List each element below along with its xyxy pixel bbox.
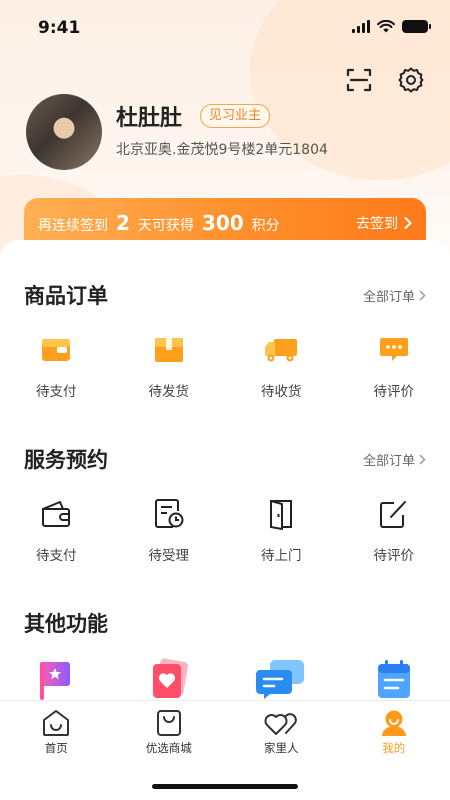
truck-icon (263, 332, 299, 368)
wallet-outline-icon (38, 496, 74, 532)
order-item-label: 待评价 (373, 384, 415, 400)
status-icons (352, 20, 431, 33)
services-all-link[interactable]: 全部订单 (363, 450, 426, 469)
order-pending-payment[interactable]: 待支付 (0, 332, 113, 400)
order-item-label: 待发货 (148, 384, 190, 400)
user-name: 杜肚肚 (116, 106, 183, 131)
tab-home[interactable]: 首页 (0, 709, 113, 756)
chevron-right-icon (404, 217, 412, 229)
sign-in-points: 300 (201, 211, 244, 235)
sign-in-text: 再连续签到 2 天可获得 300 积分 (38, 211, 280, 235)
service-pending-acceptance[interactable]: 待受理 (113, 496, 226, 564)
service-pending-review[interactable]: 待评价 (338, 496, 450, 564)
tab-label: 家里人 (264, 741, 299, 755)
avatar[interactable] (26, 94, 102, 170)
edit-icon (376, 496, 412, 532)
door-icon (263, 496, 299, 532)
clock-document-icon (151, 496, 187, 532)
status-bar: 9:41 (0, 0, 450, 56)
other-grid (0, 658, 450, 700)
orders-all-link[interactable]: 全部订单 (363, 286, 426, 305)
battery-icon (402, 20, 431, 33)
service-pending-visit[interactable]: 待上门 (225, 496, 338, 564)
order-pending-receipt[interactable]: 待收货 (225, 332, 338, 400)
order-pending-shipment[interactable]: 待发货 (113, 332, 226, 400)
gear-icon[interactable] (397, 66, 425, 94)
service-item-label: 待支付 (36, 548, 77, 564)
main-card: 商品订单 全部订单 待支付 待发货 待收货 待评价 服务预约 全部订单 待支付 … (0, 240, 450, 700)
tab-label: 首页 (44, 741, 68, 755)
wifi-icon (377, 20, 395, 33)
home-icon (43, 710, 70, 736)
service-pending-payment[interactable]: 待支付 (0, 496, 113, 564)
sign-in-middle: 天可获得 (137, 218, 194, 234)
services-section-title: 服务预约 (24, 448, 108, 472)
orders-grid: 待支付 待发货 待收货 待评价 (0, 332, 450, 400)
tab-mall[interactable]: 优选商城 (113, 709, 226, 756)
other-feature-2[interactable] (113, 658, 226, 700)
scan-icon[interactable] (345, 66, 373, 94)
service-item-label: 待受理 (148, 548, 190, 564)
heart-card-icon (152, 658, 188, 698)
profile-icon (381, 710, 406, 736)
tab-mine[interactable]: 我的 (338, 709, 450, 756)
sign-in-suffix: 积分 (251, 218, 280, 234)
sign-in-prefix: 再连续签到 (38, 218, 108, 234)
other-feature-1[interactable] (0, 658, 113, 700)
orders-all-label: 全部订单 (362, 290, 415, 305)
hearts-icon (264, 713, 298, 735)
service-item-label: 待评价 (373, 548, 415, 564)
order-item-label: 待收货 (261, 384, 302, 400)
tab-label: 优选商城 (145, 741, 192, 755)
tab-label: 我的 (382, 741, 406, 755)
sign-in-button-label: 去签到 (356, 216, 398, 232)
calendar-list-icon (377, 660, 410, 698)
comment-icon (376, 332, 412, 368)
tab-family[interactable]: 家里人 (225, 709, 338, 756)
chevron-right-icon (419, 290, 426, 301)
other-section-title: 其他功能 (24, 612, 108, 636)
other-feature-4[interactable] (338, 658, 450, 700)
home-indicator (152, 784, 298, 789)
other-feature-3[interactable] (225, 658, 338, 700)
flag-star-icon (40, 662, 71, 700)
chevron-right-icon (419, 454, 426, 465)
services-grid: 待支付 待受理 待上门 待评价 (0, 496, 450, 564)
chat-bubbles-icon (256, 660, 305, 699)
status-time: 9:41 (38, 18, 81, 38)
user-address: 北京亚奥.金茂悦9号楼2单元1804 (116, 142, 328, 158)
service-item-label: 待上门 (261, 548, 302, 564)
order-item-label: 待支付 (36, 384, 77, 400)
services-all-label: 全部订单 (362, 454, 415, 469)
shopping-bag-icon (156, 710, 181, 736)
signal-icon (352, 20, 370, 33)
package-icon (151, 332, 187, 368)
orders-section-title: 商品订单 (24, 284, 108, 308)
order-pending-review[interactable]: 待评价 (338, 332, 450, 400)
member-level-badge[interactable]: 见习业主 (200, 104, 271, 128)
wallet-icon (38, 332, 74, 368)
sign-in-button[interactable]: 去签到 (356, 213, 412, 233)
sign-in-days: 2 (116, 211, 130, 235)
